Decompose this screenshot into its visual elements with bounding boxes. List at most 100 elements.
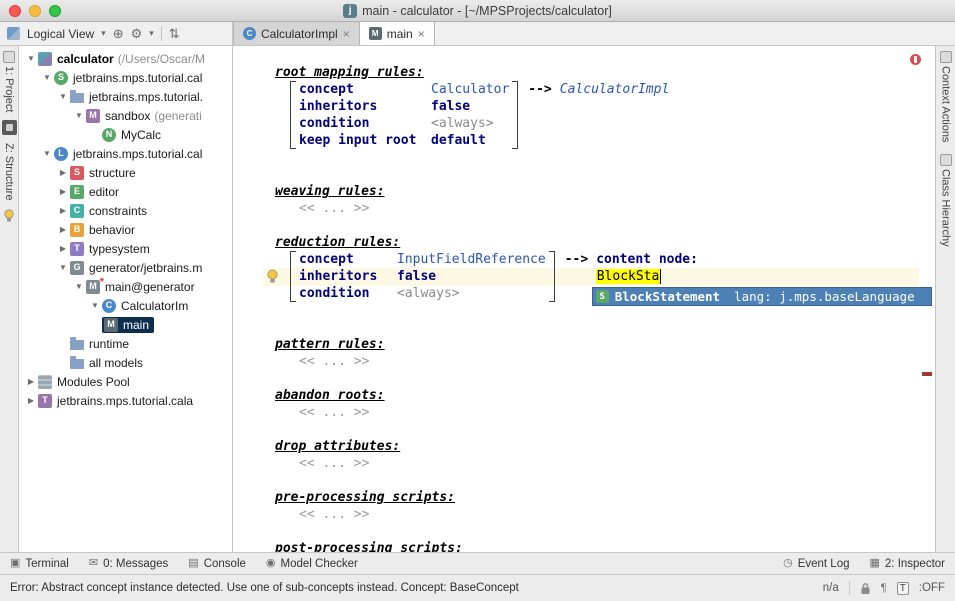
markup-icon[interactable]: ¶ bbox=[881, 583, 887, 594]
class-hierarchy-button[interactable]: Class Hierarchy bbox=[940, 169, 952, 247]
rule-keyword: condition bbox=[299, 115, 431, 132]
rule-value[interactable]: false bbox=[431, 98, 470, 115]
collapse-arrow-icon[interactable]: ▶ bbox=[56, 225, 70, 234]
section-pattern-rules[interactable]: pattern rules: bbox=[275, 336, 919, 353]
chevron-down-icon[interactable]: ▾ bbox=[101, 29, 106, 38]
tree-item-language[interactable]: ▼ L jetbrains.mps.tutorial.cal bbox=[19, 144, 232, 163]
generator-model-icon: M bbox=[86, 280, 100, 294]
section-post-processing[interactable]: post-processing scripts: bbox=[275, 540, 919, 552]
expand-arrow-icon[interactable]: ▼ bbox=[72, 282, 86, 291]
gear-icon[interactable]: ⚙ bbox=[131, 27, 143, 40]
tree-item-calculator[interactable]: ▼ calculator (/Users/Oscar/M bbox=[19, 49, 232, 68]
empty-placeholder[interactable]: << ... >> bbox=[299, 200, 919, 217]
zoom-window-button[interactable] bbox=[49, 5, 61, 17]
gear-chevron-icon[interactable]: ▾ bbox=[149, 29, 154, 38]
error-stripe-mark[interactable] bbox=[922, 372, 932, 376]
tree-item-namespace[interactable]: ▼ jetbrains.mps.tutorial. bbox=[19, 87, 232, 106]
context-actions-icon[interactable] bbox=[940, 51, 952, 63]
console-button[interactable]: ▤ Console bbox=[188, 558, 246, 570]
tab-main[interactable]: M main × bbox=[360, 22, 435, 45]
empty-placeholder[interactable]: << ... >> bbox=[299, 353, 919, 370]
empty-placeholder[interactable]: << ... >> bbox=[299, 506, 919, 523]
expand-arrow-icon[interactable]: ▼ bbox=[56, 263, 70, 272]
rule-value[interactable]: default bbox=[431, 132, 486, 149]
typing-assist-state: :OFF bbox=[919, 582, 945, 594]
tree-item-tutorial-lang[interactable]: ▶ T jetbrains.mps.tutorial.cala bbox=[19, 391, 232, 410]
project-tool-icon[interactable] bbox=[3, 51, 15, 63]
lock-icon[interactable] bbox=[860, 582, 871, 595]
collapse-arrow-icon[interactable]: ▶ bbox=[56, 187, 70, 196]
tree-item-structure[interactable]: ▶ S structure bbox=[19, 163, 232, 182]
tab-calculatorimpl[interactable]: C CalculatorImpl × bbox=[233, 22, 360, 45]
rule-target[interactable]: CalculatorImpl bbox=[560, 82, 670, 97]
collapse-arrow-icon[interactable]: ▶ bbox=[24, 396, 38, 405]
rule-value[interactable]: InputFieldReference bbox=[397, 251, 546, 268]
tree-item-all-models[interactable]: all models bbox=[19, 353, 232, 372]
terminal-button[interactable]: ▣ Terminal bbox=[10, 558, 69, 570]
messages-button[interactable]: ✉ 0: Messages bbox=[89, 558, 168, 570]
section-root-mapping-rules[interactable]: root mapping rules: bbox=[275, 64, 919, 81]
section-pre-processing[interactable]: pre-processing scripts: bbox=[275, 489, 919, 506]
intention-bulb-icon[interactable] bbox=[266, 269, 279, 288]
typing-assist-badge[interactable]: T bbox=[897, 582, 909, 595]
section-abandon-roots[interactable]: abandon roots: bbox=[275, 387, 919, 404]
structure-tool-button[interactable]: Z: Structure bbox=[3, 143, 15, 200]
view-selector[interactable]: Logical View bbox=[27, 27, 94, 41]
expand-arrow-icon[interactable]: ▼ bbox=[40, 73, 54, 82]
inspector-button[interactable]: ▦ 2: Inspector bbox=[870, 558, 946, 570]
rule-value[interactable]: false bbox=[397, 268, 436, 285]
root-mapping-rule[interactable]: conceptCalculator inheritorsfalse condit… bbox=[290, 81, 919, 149]
expand-arrow-icon[interactable]: ▼ bbox=[72, 111, 86, 120]
error-indicator-icon[interactable] bbox=[910, 54, 921, 65]
expand-arrow-icon[interactable]: ▼ bbox=[56, 92, 70, 101]
tree-item-modules-pool[interactable]: ▶ Modules Pool bbox=[19, 372, 232, 391]
tree-item-main-selected[interactable]: M main bbox=[19, 315, 232, 334]
close-window-button[interactable] bbox=[9, 5, 21, 17]
empty-placeholder[interactable]: << ... >> bbox=[299, 455, 919, 472]
close-tab-icon[interactable]: × bbox=[418, 28, 425, 40]
tree-item-calculatorimpl[interactable]: ▼ C CalculatorIm bbox=[19, 296, 232, 315]
completion-typed-text[interactable]: BlockSta bbox=[596, 269, 662, 284]
tree-item-runtime[interactable]: runtime bbox=[19, 334, 232, 353]
collapse-arrow-icon[interactable]: ▶ bbox=[24, 377, 38, 386]
expand-arrow-icon[interactable]: ▼ bbox=[40, 149, 54, 158]
section-weaving-rules[interactable]: weaving rules: bbox=[275, 183, 919, 200]
tree-item-main-generator[interactable]: ▼ M main@generator bbox=[19, 277, 232, 296]
section-reduction-rules[interactable]: reduction rules: bbox=[275, 234, 919, 251]
class-hierarchy-icon[interactable] bbox=[940, 154, 952, 166]
section-drop-attributes[interactable]: drop attributes: bbox=[275, 438, 919, 455]
tree-item-label: runtime bbox=[89, 337, 129, 351]
empty-placeholder[interactable]: << ... >> bbox=[299, 404, 919, 421]
reduction-rule[interactable]: conceptInputFieldReference inheritorsfal… bbox=[290, 251, 919, 302]
tree-item-generator[interactable]: ▼ G generator/jetbrains.m bbox=[19, 258, 232, 277]
project-tool-button[interactable]: 1: Project bbox=[3, 66, 15, 112]
active-tool-button[interactable] bbox=[2, 120, 17, 135]
model-checker-button[interactable]: ◉ Model Checker bbox=[266, 558, 358, 570]
expand-arrow-icon[interactable]: ▼ bbox=[24, 54, 38, 63]
rule-value[interactable]: <always> bbox=[397, 285, 460, 302]
context-actions-button[interactable]: Context Actions bbox=[940, 66, 952, 142]
collapse-arrow-icon[interactable]: ▶ bbox=[56, 206, 70, 215]
rule-value[interactable]: <always> bbox=[431, 115, 494, 132]
collapse-arrow-icon[interactable]: ▶ bbox=[56, 168, 70, 177]
editor-pane[interactable]: root mapping rules: conceptCalculator in… bbox=[233, 46, 935, 552]
tree-item-behavior[interactable]: ▶ B behavior bbox=[19, 220, 232, 239]
tree-item-editor[interactable]: ▶ E editor bbox=[19, 182, 232, 201]
completion-popup[interactable]: S BlockStatement lang: j.mps.baseLanguag… bbox=[592, 287, 932, 306]
collapse-arrow-icon[interactable]: ▶ bbox=[56, 244, 70, 253]
expand-arrow-icon[interactable]: ▼ bbox=[88, 301, 102, 310]
close-tab-icon[interactable]: × bbox=[343, 28, 350, 40]
rule-value[interactable]: Calculator bbox=[431, 81, 509, 98]
rule-target[interactable]: content node: bbox=[596, 252, 698, 267]
navigate-icon[interactable]: ⊕ bbox=[113, 27, 124, 40]
tree-item-constraints[interactable]: ▶ C constraints bbox=[19, 201, 232, 220]
left-tool-strip: 1: Project Z: Structure bbox=[0, 46, 19, 552]
minimize-window-button[interactable] bbox=[29, 5, 41, 17]
tree-item-sandbox[interactable]: ▼ M sandbox (generati bbox=[19, 106, 232, 125]
tree-item-solution[interactable]: ▼ S jetbrains.mps.tutorial.cal bbox=[19, 68, 232, 87]
scroll-to-source-icon[interactable]: ⇅ bbox=[169, 27, 180, 40]
tree-item-mycalc[interactable]: N MyCalc bbox=[19, 125, 232, 144]
tree-item-typesystem[interactable]: ▶ T typesystem bbox=[19, 239, 232, 258]
event-log-button[interactable]: ◷ Event Log bbox=[783, 558, 849, 570]
completion-item-name[interactable]: BlockStatement bbox=[615, 289, 720, 304]
